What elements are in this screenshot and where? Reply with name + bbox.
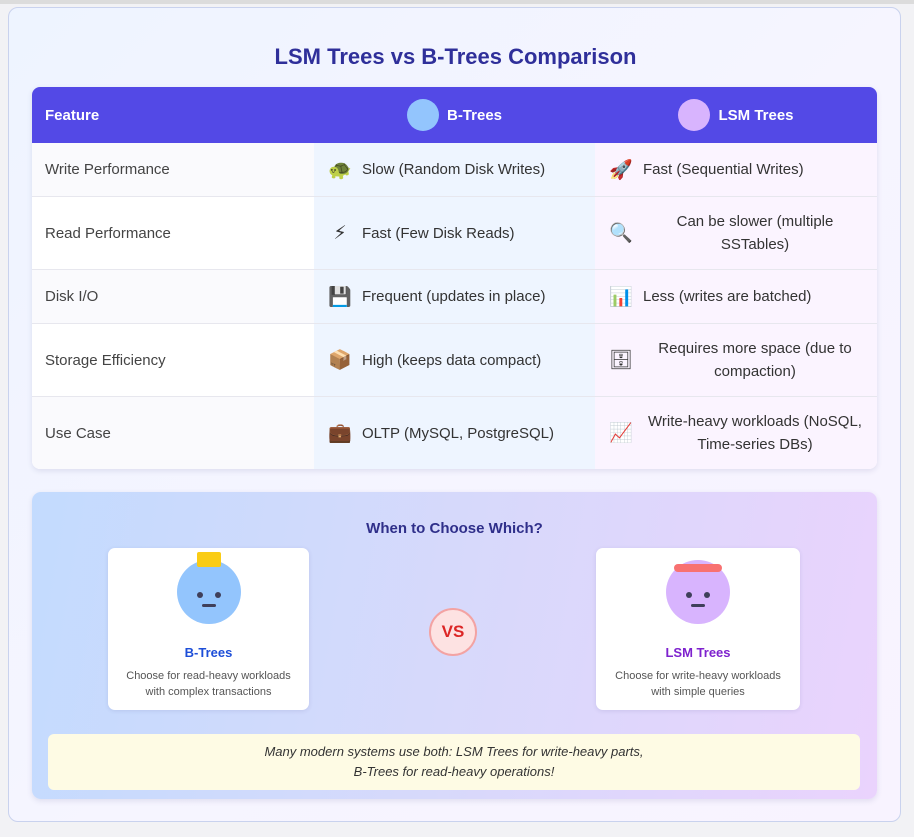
header-lsm: LSM Trees xyxy=(595,99,877,131)
lsm-value: Write-heavy workloads (NoSQL, Time-serie… xyxy=(648,413,862,453)
mouth-icon xyxy=(691,604,705,607)
btree-face-icon xyxy=(176,560,241,624)
lsm-value: Less (writes are batched) xyxy=(643,288,812,305)
btree-cell: 🐢 Slow (Random Disk Writes) xyxy=(314,143,595,196)
comparison-card: LSM Trees vs B-Trees Comparison Feature … xyxy=(8,7,901,822)
hat-icon xyxy=(196,552,221,567)
lsm-card-title: LSM Trees xyxy=(665,645,731,660)
note-line: Many modern systems use both: LSM Trees … xyxy=(264,744,644,759)
btree-value: Frequent (updates in place) xyxy=(362,288,546,305)
feature-label: Read Performance xyxy=(45,224,171,242)
header-btrees-label: B-Trees xyxy=(446,106,503,124)
btree-cell: 💼 OLTP (MySQL, PostgreSQL) xyxy=(314,397,595,469)
comparison-table: Feature B-Trees LSM Trees Write Performa… xyxy=(32,87,877,469)
mouth-icon xyxy=(201,604,216,607)
rocket-icon: 🚀 xyxy=(609,159,633,181)
lsm-value: Fast (Sequential Writes) xyxy=(643,161,804,178)
lsm-value: Requires more space (due to compaction) xyxy=(658,340,852,380)
btree-cell: 💾 Frequent (updates in place) xyxy=(314,270,595,323)
feature-label: Disk I/O xyxy=(32,270,314,323)
eye-icon xyxy=(686,592,692,598)
btree-card-title: B-Trees xyxy=(184,645,233,660)
btree-value: Fast (Few Disk Reads) xyxy=(362,224,515,242)
note-line: B-Trees for read-heavy operations! xyxy=(353,764,555,779)
page-title: LSM Trees vs B-Trees Comparison xyxy=(274,44,637,69)
magnifier-icon: 🔍 xyxy=(609,223,633,244)
header-lsm-label: LSM Trees xyxy=(718,106,794,124)
feature-label: Write Performance xyxy=(32,143,314,196)
desc-line: with complex transactions xyxy=(145,686,272,698)
lsm-cell: 🚀 Fast (Sequential Writes) xyxy=(595,143,877,196)
lsm-card-desc: Choose for write-heavy workloads with si… xyxy=(596,668,800,700)
btree-card-desc: Choose for read-heavy workloads with com… xyxy=(108,668,309,700)
lsm-card: LSM Trees Choose for write-heavy workloa… xyxy=(596,548,800,710)
vs-badge: VS xyxy=(429,608,477,656)
eye-icon xyxy=(214,592,221,598)
lightning-icon: ⚡ xyxy=(333,222,347,244)
desc-line: Choose for read-heavy workloads xyxy=(126,670,291,682)
btree-value: High (keeps data compact) xyxy=(362,351,542,369)
btree-cell: 📦 High (keeps data compact) xyxy=(314,324,595,396)
header-feature: Feature xyxy=(45,106,100,124)
lsm-cell: 🔍 Can be slower (multiple SSTables) xyxy=(595,197,877,269)
page-top-border xyxy=(0,0,914,4)
table-header: Feature B-Trees LSM Trees xyxy=(32,87,877,143)
lsm-cell: 🗄 Requires more space (due to compaction… xyxy=(595,324,877,396)
table-row: Use Case 💼 OLTP (MySQL, PostgreSQL) 📈 Wr… xyxy=(32,397,877,469)
header-btrees: B-Trees xyxy=(314,99,595,131)
table-row: Disk I/O 💾 Frequent (updates in place) 📊… xyxy=(32,270,877,324)
feature-label: Storage Efficiency xyxy=(45,351,166,369)
table-row: Write Performance 🐢 Slow (Random Disk Wr… xyxy=(32,143,877,197)
choose-title: When to Choose Which? xyxy=(366,520,543,537)
lsm-cell: 📈 Write-heavy workloads (NoSQL, Time-ser… xyxy=(595,397,877,469)
trend-chart-icon: 📈 xyxy=(609,423,633,444)
turtle-icon: 🐢 xyxy=(328,159,352,181)
lsm-value: Can be slower (multiple SSTables) xyxy=(676,213,834,253)
table-row: Read Performance ⚡ Fast (Few Disk Reads)… xyxy=(32,197,877,270)
eye-icon xyxy=(196,592,203,598)
feature-label: Use Case xyxy=(32,397,314,469)
btree-value: OLTP (MySQL, PostgreSQL) xyxy=(362,424,555,442)
floppy-disk-icon: 💾 xyxy=(328,286,352,308)
file-cabinet-icon: 🗄 xyxy=(609,350,634,371)
lsm-circle-icon xyxy=(678,99,711,131)
lsm-cell: 📊 Less (writes are batched) xyxy=(595,270,877,323)
desc-line: Choose for write-heavy workloads xyxy=(615,670,781,682)
when-to-choose-panel: When to Choose Which? B-Trees Choose for… xyxy=(32,492,877,799)
table-row: Storage Efficiency 📦 High (keeps data co… xyxy=(32,324,877,397)
btree-card: B-Trees Choose for read-heavy workloads … xyxy=(108,548,309,710)
desc-line: with simple queries xyxy=(651,686,745,698)
btree-value: Slow (Random Disk Writes) xyxy=(362,161,546,178)
bar-chart-icon: 📊 xyxy=(609,286,633,308)
eye-icon xyxy=(704,592,710,598)
briefcase-icon: 💼 xyxy=(328,423,352,444)
headband-icon xyxy=(674,564,722,572)
btree-circle-icon xyxy=(406,99,439,131)
package-icon: 📦 xyxy=(328,350,352,371)
btree-cell: ⚡ Fast (Few Disk Reads) xyxy=(314,197,595,269)
tip-note: Many modern systems use both: LSM Trees … xyxy=(48,734,860,790)
